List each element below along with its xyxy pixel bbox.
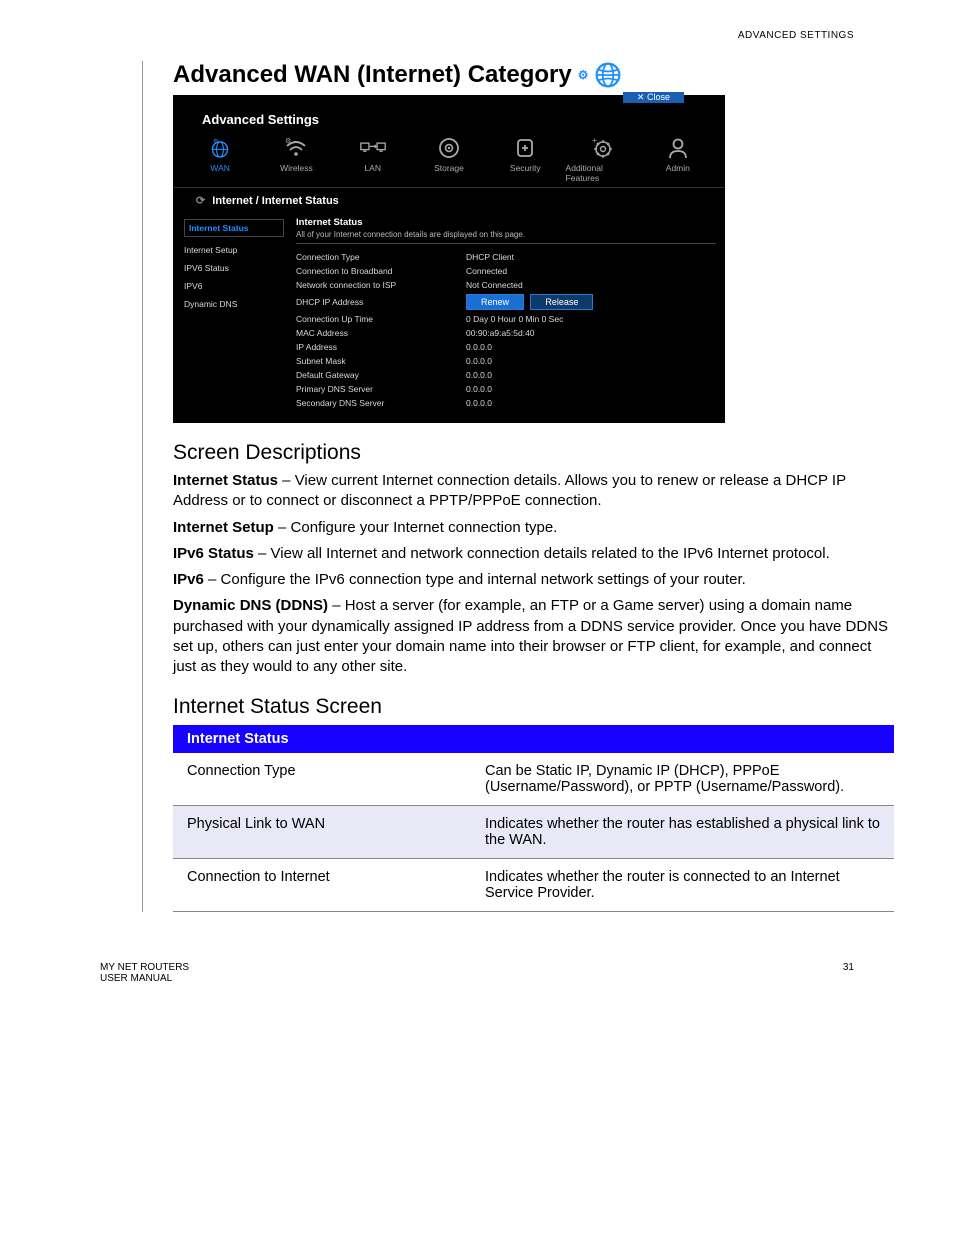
- row-value: Renew Release: [466, 294, 597, 310]
- row-label: Secondary DNS Server: [296, 398, 466, 408]
- row-label: MAC Address: [296, 328, 466, 338]
- desc-internet-status: Internet Status – View current Internet …: [173, 471, 894, 512]
- row-value: 0.0.0.0: [466, 384, 492, 394]
- breadcrumb-text: Internet / Internet Status: [212, 195, 339, 207]
- tab-bar: ⚙ WAN ⚙ Wireless LAN: [174, 133, 724, 188]
- storage-icon: [436, 135, 462, 161]
- table-row: Physical Link to WANIndicates whether th…: [173, 806, 894, 859]
- tab-wireless[interactable]: ⚙ Wireless: [260, 135, 332, 183]
- row-value: 0.0.0.0: [466, 342, 492, 352]
- renew-button[interactable]: Renew: [466, 294, 524, 310]
- release-button[interactable]: Release: [530, 294, 593, 310]
- desc-ipv6: IPv6 – Configure the IPv6 connection typ…: [173, 570, 894, 590]
- table-header: Internet Status: [173, 725, 471, 753]
- tab-label: Additional Features: [566, 163, 638, 183]
- row-value: 0.0.0.0: [466, 370, 492, 380]
- tab-label: Storage: [434, 163, 464, 173]
- internet-status-table: Internet Status Connection TypeCan be St…: [173, 725, 894, 912]
- table-header-empty: [471, 725, 894, 753]
- header-section: ADVANCED SETTINGS: [60, 30, 854, 41]
- row-label: Connection to Broadband: [296, 266, 466, 276]
- tab-additional[interactable]: + Additional Features: [566, 135, 638, 183]
- row-label: Default Gateway: [296, 370, 466, 380]
- screenshot-title: Advanced Settings: [174, 108, 724, 133]
- globe-icon: [594, 61, 622, 89]
- page-number: 31: [843, 962, 854, 984]
- side-item-internet-setup[interactable]: Internet Setup: [184, 245, 284, 255]
- tab-lan[interactable]: LAN: [337, 135, 409, 183]
- close-x: ✕: [637, 92, 645, 102]
- side-item-ipv6[interactable]: IPV6: [184, 281, 284, 291]
- row-label: IP Address: [296, 342, 466, 352]
- row-label: Connection Type: [296, 252, 466, 262]
- footer-doc: USER MANUAL: [100, 973, 189, 984]
- side-item-internet-status[interactable]: Internet Status: [184, 219, 284, 237]
- internet-status-screen-heading: Internet Status Screen: [173, 695, 894, 719]
- close-label: Close: [647, 92, 670, 102]
- panel-subtitle: All of your Internet connection details …: [296, 230, 716, 244]
- side-item-ipv6-status[interactable]: IPV6 Status: [184, 263, 284, 273]
- tab-label: LAN: [364, 163, 381, 173]
- tab-label: WAN: [210, 163, 230, 173]
- wifi-icon: ⚙: [283, 135, 309, 161]
- svg-text:+: +: [592, 136, 597, 145]
- side-item-dynamic-dns[interactable]: Dynamic DNS: [184, 299, 284, 309]
- tab-wan[interactable]: ⚙ WAN: [184, 135, 256, 183]
- desc-internet-setup: Internet Setup – Configure your Internet…: [173, 518, 894, 538]
- screen-descriptions-heading: Screen Descriptions: [173, 441, 894, 465]
- table-row: Connection TypeCan be Static IP, Dynamic…: [173, 753, 894, 806]
- row-label: Connection Up Time: [296, 314, 466, 324]
- row-label: Primary DNS Server: [296, 384, 466, 394]
- row-value: 0.0.0.0: [466, 356, 492, 366]
- refresh-icon: ⟳: [196, 195, 205, 207]
- gear-icon: ⚙: [578, 68, 589, 82]
- tab-storage[interactable]: Storage: [413, 135, 485, 183]
- row-label: Network connection to ISP: [296, 280, 466, 290]
- svg-text:⚙: ⚙: [285, 137, 291, 145]
- page-footer: MY NET ROUTERS USER MANUAL 31: [60, 962, 894, 984]
- globe-gear-icon: ⚙: [207, 135, 233, 161]
- table-row: Connection to InternetIndicates whether …: [173, 859, 894, 912]
- tab-label: Wireless: [280, 163, 313, 173]
- gear-plus-icon: +: [589, 135, 615, 161]
- security-icon: [512, 135, 538, 161]
- breadcrumb: ⟳ Internet / Internet Status: [174, 188, 724, 213]
- row-value: 0 Day 0 Hour 0 Min 0 Sec: [466, 314, 563, 324]
- status-panel: Internet Status All of your Internet con…: [288, 213, 724, 422]
- row-value: 0.0.0.0: [466, 398, 492, 408]
- footer-product: MY NET ROUTERS: [100, 962, 189, 973]
- svg-text:⚙: ⚙: [213, 138, 219, 145]
- row-label: DHCP IP Address: [296, 297, 466, 307]
- desc-ddns: Dynamic DNS (DDNS) – Host a server (for …: [173, 596, 894, 677]
- user-icon: [665, 135, 691, 161]
- tab-label: Security: [510, 163, 541, 173]
- desc-ipv6-status: IPv6 Status – View all Internet and netw…: [173, 544, 894, 564]
- tab-security[interactable]: Security: [489, 135, 561, 183]
- panel-title: Internet Status: [296, 217, 716, 228]
- row-label: Subnet Mask: [296, 356, 466, 366]
- row-value: DHCP Client: [466, 252, 514, 262]
- page-title-text: Advanced WAN (Internet) Category: [173, 61, 572, 89]
- lan-icon: [360, 135, 386, 161]
- router-screenshot: ✕ Close Advanced Settings ⚙ WAN: [173, 95, 725, 423]
- row-value: 00:90:a9:a5:5d:40: [466, 328, 535, 338]
- close-button[interactable]: ✕ Close: [623, 92, 684, 103]
- tab-label: Admin: [666, 163, 690, 173]
- row-value: Not Connected: [466, 280, 523, 290]
- side-nav: Internet Status Internet Setup IPV6 Stat…: [174, 213, 288, 422]
- row-value: Connected: [466, 266, 507, 276]
- tab-admin[interactable]: Admin: [642, 135, 714, 183]
- page-title: Advanced WAN (Internet) Category ⚙: [173, 61, 894, 89]
